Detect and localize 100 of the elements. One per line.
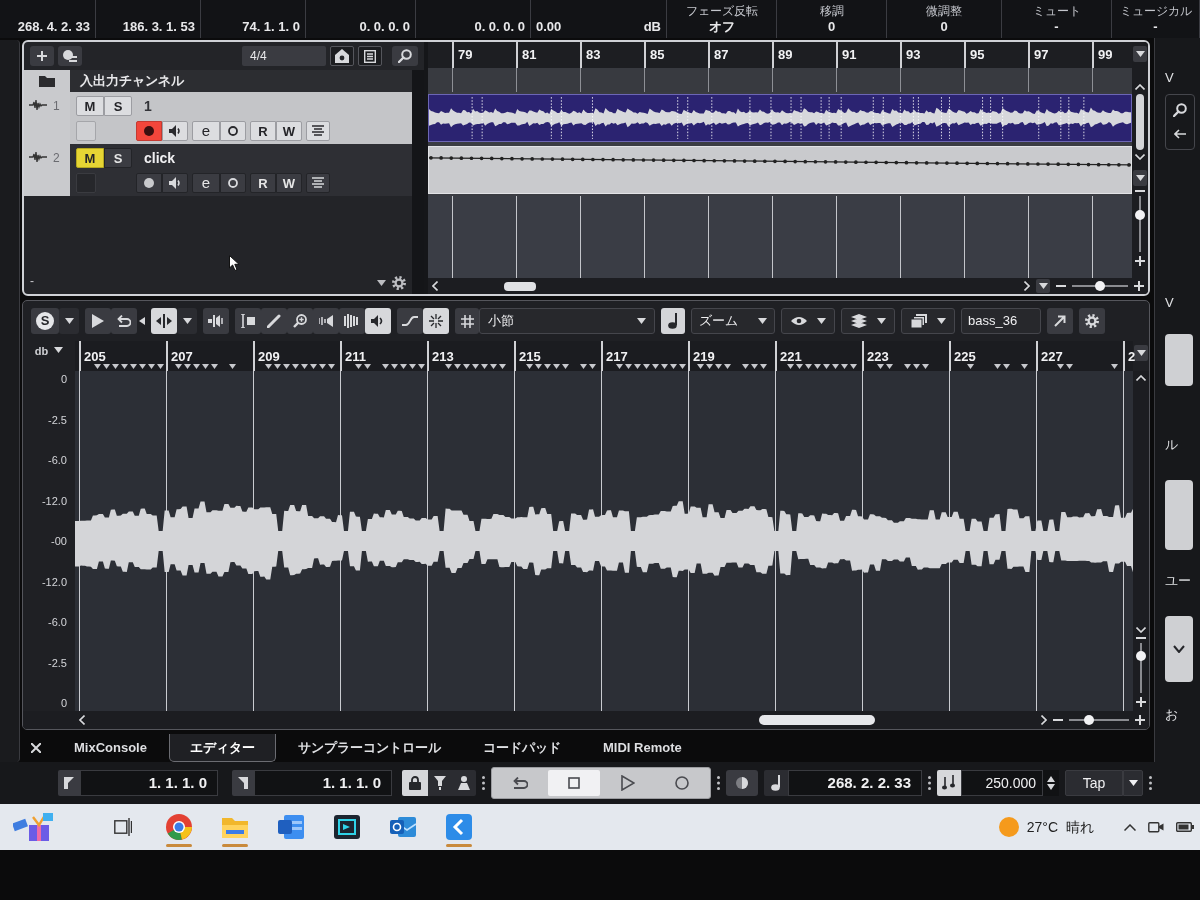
- lanes-button[interactable]: [306, 172, 330, 193]
- lanes-button[interactable]: [306, 120, 330, 141]
- punch-in-button[interactable]: [428, 770, 452, 796]
- right-locator-button[interactable]: [232, 770, 254, 796]
- scroll-menu-button[interactable]: [1036, 279, 1050, 293]
- transport-button[interactable]: [548, 770, 600, 796]
- view-dropdown[interactable]: [781, 308, 835, 334]
- scroll-menu-button[interactable]: [1133, 170, 1147, 186]
- list-button[interactable]: [358, 46, 382, 66]
- lower-zone-tab[interactable]: サンプラーコントロール: [277, 734, 461, 762]
- field-value: 0: [827, 19, 836, 35]
- zoom-slider[interactable]: [1135, 196, 1145, 252]
- tool-button[interactable]: [339, 308, 365, 334]
- punch-out-button[interactable]: [452, 770, 476, 796]
- tool-button[interactable]: [151, 308, 177, 334]
- bar-number: 95: [970, 46, 985, 65]
- tempo-spinner[interactable]: [1043, 770, 1059, 796]
- track-row[interactable]: M S 1 e R W: [70, 92, 412, 144]
- vertical-scroll-thumb[interactable]: [1136, 94, 1144, 150]
- solo-button[interactable]: S: [104, 148, 132, 168]
- mute-button[interactable]: M: [76, 96, 104, 116]
- metronome-button[interactable]: [726, 770, 758, 796]
- editor-settings-button[interactable]: [1079, 308, 1105, 334]
- tap-button[interactable]: Tap: [1065, 770, 1123, 796]
- tool-button[interactable]: [111, 308, 137, 334]
- edit-button[interactable]: e: [192, 120, 220, 141]
- right-locator-field[interactable]: 1. 1. 1. 0: [254, 770, 392, 796]
- grid-button[interactable]: [455, 308, 479, 334]
- lock-button[interactable]: [402, 770, 428, 796]
- left-locator-button[interactable]: [58, 770, 80, 796]
- write-button[interactable]: W: [276, 172, 302, 193]
- hitpoint-marker-icon: [175, 364, 182, 369]
- zoom-slider-thumb[interactable]: [1084, 715, 1094, 725]
- track-options-button[interactable]: [58, 46, 82, 66]
- read-button[interactable]: R: [250, 120, 276, 141]
- zoom-dropdown[interactable]: ズーム: [691, 308, 775, 334]
- tool-button[interactable]: [397, 308, 423, 334]
- record-enable-button[interactable]: [136, 120, 162, 141]
- tool-menu-button[interactable]: [177, 308, 197, 334]
- tempo-track-button[interactable]: [937, 770, 961, 796]
- lower-zone-tab[interactable]: エディター: [168, 734, 276, 762]
- monitor-button[interactable]: [162, 172, 188, 193]
- time-format-button[interactable]: [764, 770, 788, 796]
- visibility-button[interactable]: [330, 46, 354, 66]
- write-button[interactable]: W: [276, 120, 302, 141]
- monitor-button[interactable]: [162, 120, 188, 141]
- windows-dropdown[interactable]: [901, 308, 955, 334]
- asterisk-icon: [429, 314, 443, 328]
- tool-button[interactable]: [365, 308, 391, 334]
- edit-button[interactable]: e: [192, 172, 220, 193]
- solo-menu-button[interactable]: [59, 308, 79, 334]
- zoom-slider-thumb[interactable]: [1095, 281, 1105, 291]
- grid-type-dropdown[interactable]: 小節: [479, 308, 655, 334]
- add-track-button[interactable]: [30, 46, 54, 66]
- tap-menu-button[interactable]: [1123, 770, 1143, 796]
- lower-zone-tab[interactable]: コードパッド: [462, 734, 581, 762]
- plus-icon: [37, 51, 47, 61]
- tool-button[interactable]: [235, 308, 261, 334]
- tempo-field[interactable]: 250.000: [961, 770, 1043, 796]
- tool-button[interactable]: [423, 308, 449, 334]
- freeze-button[interactable]: [220, 120, 246, 141]
- left-locator-field[interactable]: 1. 1. 1. 0: [80, 770, 218, 796]
- tool-button[interactable]: [203, 308, 229, 334]
- empty-square-icon: [76, 120, 96, 141]
- lower-zone-tab[interactable]: MixConsole: [54, 734, 167, 762]
- freeze-button[interactable]: [220, 172, 246, 193]
- horizontal-scroll-thumb[interactable]: [759, 715, 875, 725]
- bar-number: 213: [432, 349, 454, 364]
- scroll-menu-button[interactable]: [1133, 46, 1147, 62]
- hitpoint-marker-icon: [670, 364, 677, 369]
- read-button[interactable]: R: [250, 172, 276, 193]
- open-button[interactable]: [1047, 308, 1073, 334]
- solo-editor-button[interactable]: S: [31, 308, 59, 334]
- side-button[interactable]: [1165, 615, 1193, 682]
- horizontal-scroll-thumb[interactable]: [504, 281, 536, 291]
- task-view-icon: [114, 818, 132, 836]
- zoom-slider[interactable]: [1069, 715, 1129, 725]
- layers-dropdown[interactable]: [841, 308, 895, 334]
- solo-button[interactable]: S: [104, 96, 132, 116]
- zoom-slider-thumb[interactable]: [1136, 651, 1146, 661]
- scroll-menu-button[interactable]: [1134, 345, 1148, 361]
- note-button[interactable]: [661, 308, 685, 334]
- zoom-slider[interactable]: [1072, 281, 1128, 291]
- zoom-slider[interactable]: [1136, 643, 1146, 693]
- tool-button[interactable]: [85, 308, 111, 334]
- search-button[interactable]: [392, 46, 418, 66]
- zoom-slider-thumb[interactable]: [1135, 209, 1145, 220]
- circle-logo-icon: [166, 814, 192, 840]
- side-search-box[interactable]: [1165, 93, 1195, 150]
- sample-name-field[interactable]: bass_36: [961, 308, 1041, 334]
- folder-track-row[interactable]: 入出力チャンネル: [70, 70, 412, 92]
- bar-number: 209: [258, 349, 280, 364]
- click-event[interactable]: [428, 144, 1132, 196]
- position-field[interactable]: 268. 2. 2. 33: [788, 770, 922, 796]
- hitpoint-marker-icon: [157, 364, 164, 369]
- mute-button[interactable]: M: [76, 148, 104, 168]
- lower-zone-tab[interactable]: MIDI Remote: [582, 734, 702, 762]
- record-enable-button[interactable]: [136, 172, 162, 193]
- side-button[interactable]: [1165, 333, 1193, 386]
- track-row[interactable]: M S click e R W: [70, 144, 412, 196]
